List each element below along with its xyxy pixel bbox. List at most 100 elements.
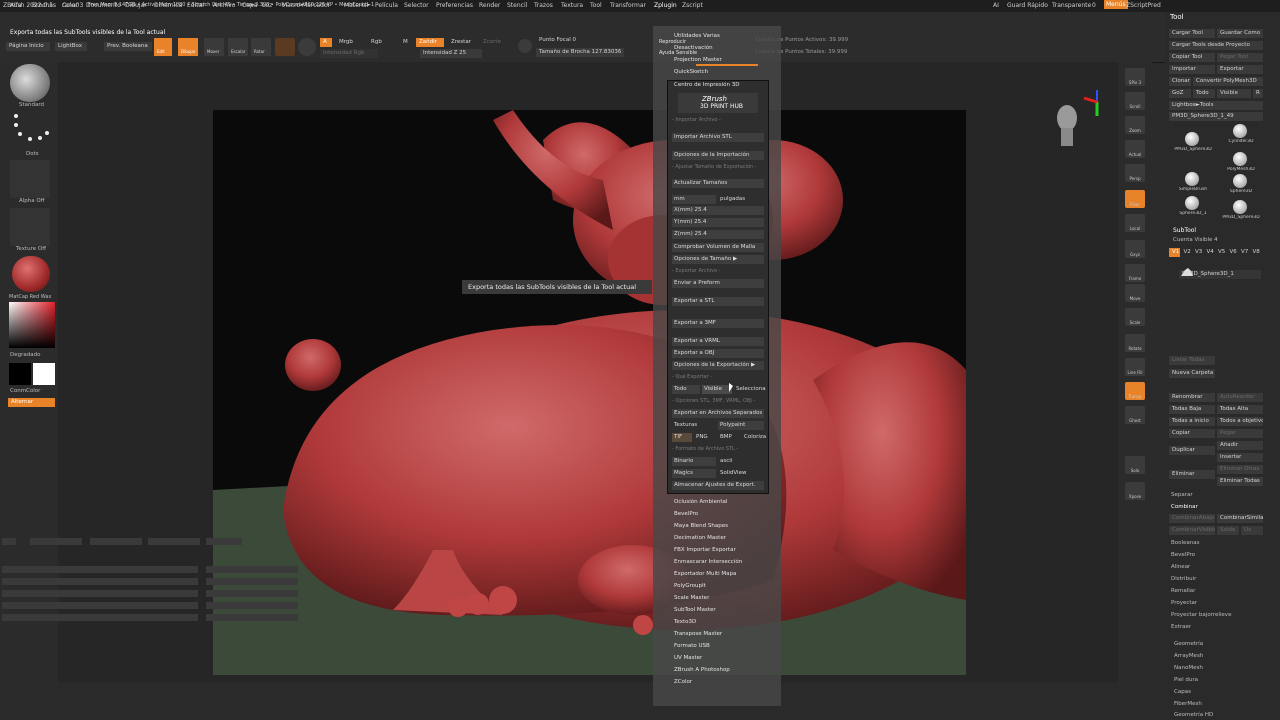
new-folder-button[interactable]: Nueva Carpeta: [1169, 369, 1215, 378]
rotate-button[interactable]: Rotar: [251, 38, 271, 56]
menu-stencil[interactable]: Stencil: [507, 2, 527, 9]
subtool-tab-v8[interactable]: V8: [1250, 248, 1261, 257]
make-polymesh-button[interactable]: Convertir PolyMesh3D: [1193, 77, 1263, 86]
geometry-section[interactable]: Geometría: [1174, 641, 1203, 647]
separate-files-toggle[interactable]: Exportar en Archivos Separados: [672, 409, 764, 418]
shelf-move-button[interactable]: Move: [1125, 284, 1145, 302]
quicksave-button[interactable]: Guard Rápido: [1007, 2, 1048, 9]
export-button[interactable]: Exportar: [1217, 65, 1263, 74]
load-tool-button[interactable]: Cargar Tool: [1169, 29, 1215, 38]
menu-brochas[interactable]: Brochas: [32, 2, 56, 9]
magics-toggle[interactable]: Magics: [672, 469, 716, 478]
z-intensity-slider[interactable]: Intensidad Z 25: [420, 49, 482, 58]
autoreorder-button[interactable]: AutoReorder: [1217, 393, 1263, 402]
export-stl-button[interactable]: Exportar a STL: [672, 297, 764, 306]
subtool-tab-v7[interactable]: V7: [1238, 248, 1249, 257]
inches-toggle[interactable]: pulgadas: [718, 195, 764, 204]
bmp-toggle[interactable]: BMP: [718, 433, 740, 442]
zplugin-item-1[interactable]: BevelPro: [674, 511, 698, 517]
transparency-label[interactable]: Transparente: [1052, 2, 1091, 9]
color-picker[interactable]: [9, 302, 55, 348]
tool-thumbnail[interactable]: SimpleBrush: [1171, 172, 1215, 194]
menu-render[interactable]: Render: [479, 2, 500, 9]
menu-preferencias[interactable]: Preferencias: [436, 2, 473, 9]
all-to-target-button[interactable]: Todos a objetivo: [1217, 417, 1263, 426]
ascii-toggle[interactable]: ascii: [718, 457, 764, 466]
material-sphere-icon[interactable]: [298, 38, 316, 56]
export-selected-toggle[interactable]: Seleccionado: [734, 385, 766, 394]
subtool-tab-v1[interactable]: V1: [1169, 248, 1180, 257]
uv-button[interactable]: Uv: [1241, 526, 1263, 535]
shelf-scroll-button[interactable]: Scroll: [1125, 92, 1145, 110]
menu-material[interactable]: Material: [344, 2, 368, 9]
shelf-frame-button[interactable]: Frame: [1125, 264, 1145, 282]
save-as-button[interactable]: Guardar Como: [1217, 29, 1263, 38]
tool-thumbnail[interactable]: PM3D_Sphere3D: [1219, 200, 1263, 222]
send-to-preform-button[interactable]: Enviar a Preform: [672, 279, 764, 288]
menu-transformar[interactable]: Transformar: [610, 2, 646, 9]
zplugin-item-11[interactable]: Transpose Master: [674, 631, 722, 637]
draw-size-slider[interactable]: Tamaño de Brocha 127.83036: [536, 48, 624, 57]
size-options-button[interactable]: Opciones de Tamaño ▶: [672, 255, 764, 264]
tool-thumbnail[interactable]: Sphere3D: [1219, 174, 1263, 196]
zplugin-item-2[interactable]: Maya Blend Shapes: [674, 523, 728, 529]
focal-shift-slider[interactable]: Punto Focal 0: [536, 36, 606, 45]
remesh-section[interactable]: Remallar: [1171, 588, 1195, 594]
update-sizes-button[interactable]: Actualizar Tamaños: [672, 179, 764, 188]
export-all-toggle[interactable]: Todo: [672, 385, 700, 394]
zsub-button[interactable]: Zrestar: [448, 38, 476, 47]
texture-icon[interactable]: [10, 208, 50, 246]
shelf-actual-button[interactable]: Actual: [1125, 140, 1145, 158]
menu-tool[interactable]: Tool: [590, 2, 602, 9]
stroke-dots-icon[interactable]: [10, 112, 50, 148]
textures-toggle[interactable]: Texturas: [672, 421, 716, 430]
lightbox-button[interactable]: LightBox: [55, 42, 87, 51]
list-all-button[interactable]: Listar Todas: [1169, 356, 1215, 365]
secondary-color-swatch[interactable]: [33, 363, 55, 385]
shelf-ghost-button[interactable]: Ghost: [1125, 406, 1145, 424]
subtool-tab-v2[interactable]: V2: [1181, 248, 1192, 257]
menu-capa[interactable]: Capa: [242, 2, 257, 9]
paste-tool-button[interactable]: Pegar Tool: [1217, 53, 1263, 62]
fibermesh-section[interactable]: FiberMesh: [1174, 701, 1202, 707]
zplugin-item-0[interactable]: Oclusión Ambiental: [674, 499, 727, 505]
menu-luz[interactable]: Luz: [262, 2, 272, 9]
menu-color[interactable]: Color: [62, 2, 78, 9]
export-vrml-button[interactable]: Exportar a VRML: [672, 337, 764, 346]
zplugin-item-7[interactable]: PolyGroupIt: [674, 583, 706, 589]
zplugin-item-8[interactable]: Scale Master: [674, 595, 709, 601]
goz-visible-button[interactable]: Visible: [1217, 89, 1251, 98]
shelf-local-button[interactable]: Local: [1125, 214, 1145, 232]
draw-button[interactable]: Dibujar: [178, 38, 198, 56]
zplugin-item-6[interactable]: Exportador Multi Mapa: [674, 571, 736, 577]
shelf-line-fill-button[interactable]: Line Fill: [1125, 358, 1145, 376]
bevelpro-section[interactable]: BevelPro: [1171, 552, 1195, 558]
m-button[interactable]: M: [400, 38, 410, 47]
load-from-project-button[interactable]: Cargar Tools desde Proyecto: [1169, 41, 1263, 50]
png-toggle[interactable]: PNG: [694, 433, 716, 442]
zcut-button[interactable]: Zcorte: [480, 38, 504, 47]
shelf-rotate-button[interactable]: Rotate: [1125, 334, 1145, 352]
merge-similar-button[interactable]: CombinarSimilar: [1217, 514, 1263, 523]
shelf-persp-button[interactable]: Persp: [1125, 164, 1145, 182]
copy-tool-button[interactable]: Copiar Tool: [1169, 53, 1215, 62]
material-icon[interactable]: [12, 256, 50, 292]
weld-button[interactable]: Solda: [1217, 526, 1239, 535]
head-orientation-icon[interactable]: [1052, 100, 1082, 150]
scale-button[interactable]: Escalar: [228, 38, 248, 56]
menu-documento[interactable]: Documento: [86, 2, 121, 9]
shelf-solo-button[interactable]: Solo: [1125, 456, 1145, 474]
export-options-button[interactable]: Opciones de la Exportación ▶: [672, 361, 764, 370]
edit-button[interactable]: Edit: [154, 38, 172, 56]
home-page-button[interactable]: Página Inicio: [6, 42, 50, 51]
menu-selector[interactable]: Selector: [404, 2, 429, 9]
tif-toggle[interactable]: TIF: [672, 433, 692, 442]
menu-zscript[interactable]: Zscript: [682, 2, 703, 9]
a-button[interactable]: A: [320, 38, 332, 47]
goz-r-button[interactable]: R: [1253, 89, 1263, 98]
zplugin-item-12[interactable]: Formato USB: [674, 643, 710, 649]
save-export-settings-button[interactable]: Almacenar Ajustes de Export.: [672, 481, 764, 490]
menu-textura[interactable]: Textura: [561, 2, 583, 9]
menu-zplugin[interactable]: Zplugin: [654, 2, 677, 9]
append-button[interactable]: Añadir: [1217, 441, 1263, 450]
